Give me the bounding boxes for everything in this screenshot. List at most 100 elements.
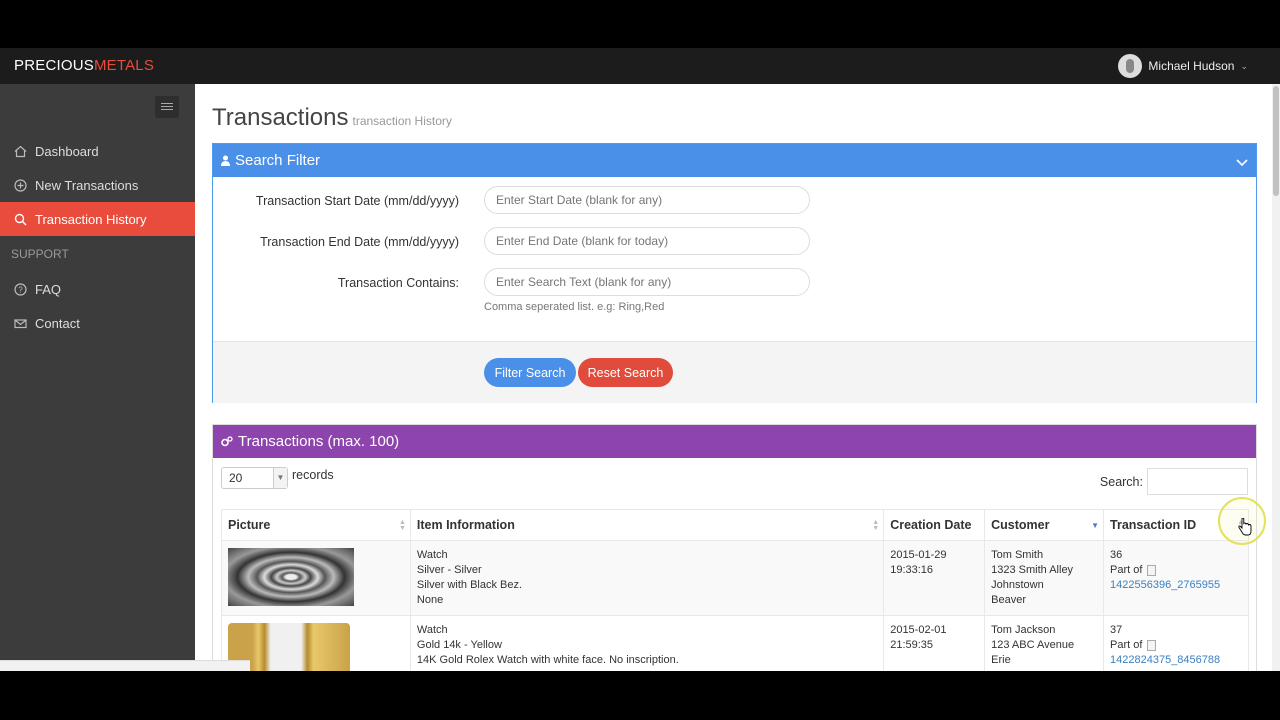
page-length-control: 20 ▼ records xyxy=(221,467,334,489)
sort-desc-icon: ▼ xyxy=(1091,521,1100,530)
customer-line: Erie xyxy=(991,654,1011,666)
customer-line: Tom Jackson xyxy=(991,624,1056,636)
column-label: Picture xyxy=(228,518,271,532)
column-label: Customer xyxy=(991,518,1050,532)
end-date-input[interactable] xyxy=(484,227,810,255)
user-name: Michael Hudson xyxy=(1148,59,1235,73)
customer-line: Beaver xyxy=(991,594,1026,606)
item-line: Watch xyxy=(416,624,448,636)
sidebar-item-label: New Transactions xyxy=(35,177,139,193)
transactions-title: Transactions (max. 100) xyxy=(238,433,400,450)
item-line: Gold 14k - Yellow xyxy=(416,639,502,651)
search-icon xyxy=(13,212,27,226)
table-search-input[interactable] xyxy=(1147,468,1248,495)
customer-line: 123 ABC Avenue xyxy=(991,639,1075,651)
sidebar-nav: Dashboard New Transactions Transaction H… xyxy=(0,134,195,340)
vertical-scrollbar[interactable] xyxy=(1272,84,1280,671)
item-line: Watch xyxy=(416,549,448,561)
page-length-select[interactable]: 20 ▼ xyxy=(221,467,288,489)
contains-help-text: Comma seperated list. e.g: Ring,Red xyxy=(484,301,665,313)
date-cell: 2015-02-01 21:59:35 xyxy=(883,615,986,671)
group-link[interactable]: 1422824375_8456788 xyxy=(1110,653,1242,668)
customer-cell: Tom Smith 1323 Smith Alley Johnstown Bea… xyxy=(984,540,1105,616)
contains-input[interactable] xyxy=(484,268,810,296)
page-subtitle: transaction History xyxy=(352,114,452,128)
column-label: Transaction ID xyxy=(1110,518,1197,532)
reset-search-button[interactable]: Reset Search xyxy=(578,358,673,387)
column-header-picture[interactable]: Picture ▲ ▼ xyxy=(221,509,411,541)
filter-actions: Filter Search Reset Search xyxy=(213,341,1256,403)
transaction-id: 37 xyxy=(1110,624,1123,636)
records-label: records xyxy=(292,468,334,482)
sidebar-item-contact[interactable]: Contact xyxy=(0,306,195,340)
item-line: None xyxy=(416,594,444,606)
menu-toggle-icon[interactable] xyxy=(155,96,179,118)
filter-search-button[interactable]: Filter Search xyxy=(484,358,576,387)
start-date-input[interactable] xyxy=(484,186,810,214)
table-search: Search: xyxy=(1100,468,1248,495)
sidebar-item-label: Transaction History xyxy=(35,211,147,227)
sidebar: Dashboard New Transactions Transaction H… xyxy=(0,84,195,671)
part-of-label: Part of xyxy=(1110,564,1143,576)
transaction-id-cell: 37 Part of 1422824375_8456788 xyxy=(1103,615,1249,671)
sort-icon: ▲▼ xyxy=(872,519,880,532)
sidebar-item-dashboard[interactable]: Dashboard xyxy=(0,134,195,168)
avatar xyxy=(1118,54,1143,78)
customer-line: Johnstown xyxy=(991,579,1044,591)
date-line: 2015-01-29 xyxy=(890,549,947,561)
item-photo[interactable] xyxy=(228,548,354,606)
sidebar-item-label: Dashboard xyxy=(35,143,99,159)
sort-icon: ▲▼ xyxy=(398,519,406,532)
sidebar-item-transaction-history[interactable]: Transaction History xyxy=(0,202,195,236)
time-line: 19:33:16 xyxy=(890,564,934,576)
search-filter-header[interactable]: Search Filter xyxy=(213,144,1256,177)
user-menu[interactable]: Michael Hudson ⌄ xyxy=(1118,53,1248,79)
home-icon xyxy=(13,144,27,158)
question-circle-icon: ? xyxy=(13,282,27,296)
sidebar-item-faq[interactable]: ? FAQ xyxy=(0,272,195,306)
transaction-id: 36 xyxy=(1110,549,1123,561)
contains-label: Transaction Contains: xyxy=(337,276,459,290)
item-info-cell: Watch Gold 14k - Yellow 14K Gold Rolex W… xyxy=(409,615,885,671)
sidebar-item-new-transactions[interactable]: New Transactions xyxy=(0,168,195,202)
search-filter-panel: Search Filter Transaction Start Date (mm… xyxy=(212,143,1257,403)
transactions-table: Picture ▲ ▼ Item Information ▲ ▼ Creation Da… xyxy=(221,509,1249,671)
column-label: Creation Date xyxy=(890,518,972,532)
column-header-creation-date[interactable]: Creation Date xyxy=(883,509,986,541)
envelope-icon xyxy=(13,316,27,330)
column-header-item-information[interactable]: Item Information ▲ ▼ xyxy=(409,509,885,541)
table-row[interactable]: Watch Gold 14k - Yellow 14K Gold Rolex W… xyxy=(221,615,1249,671)
user-icon xyxy=(221,155,230,166)
customer-line: 1323 Smith Alley xyxy=(991,564,1074,576)
time-line: 21:59:35 xyxy=(890,639,934,651)
item-info-cell: Watch Silver - Silver Silver with Black … xyxy=(409,540,885,616)
support-heading: SUPPORT xyxy=(11,247,69,261)
document-icon xyxy=(1147,564,1157,576)
top-bar: PRECIOUSMETALS Michael Hudson ⌄ xyxy=(0,48,1280,84)
brand-part2: METALS xyxy=(93,57,155,74)
horizontal-scrollbar[interactable] xyxy=(0,660,250,671)
brand-logo[interactable]: PRECIOUSMETALS xyxy=(14,57,154,74)
page-length-value: 20 xyxy=(229,471,243,485)
plus-circle-icon xyxy=(13,178,27,192)
item-line: Silver - Silver xyxy=(416,564,482,576)
sidebar-item-label: Contact xyxy=(35,315,80,331)
chevron-down-icon[interactable] xyxy=(1236,154,1248,171)
item-line: Silver with Black Bez. xyxy=(416,579,523,591)
start-date-label: Transaction Start Date (mm/dd/yyyy) xyxy=(255,194,459,208)
date-cell: 2015-01-29 19:33:16 xyxy=(883,540,986,616)
hand-cursor-icon xyxy=(1238,517,1252,541)
scrollbar-thumb[interactable] xyxy=(1273,86,1279,196)
table-row[interactable]: Watch Silver - Silver Silver with Black … xyxy=(221,540,1249,616)
transactions-header: Transactions (max. 100) xyxy=(213,425,1256,458)
app-window: PRECIOUSMETALS Michael Hudson ⌄ Dashboar… xyxy=(0,48,1280,671)
chevron-down-icon: ⌄ xyxy=(1240,60,1248,71)
chevron-down-icon: ▼ xyxy=(273,468,287,488)
item-line: 14K Gold Rolex Watch with white face. No… xyxy=(416,654,679,666)
column-header-customer[interactable]: Customer ▼ xyxy=(984,509,1105,541)
document-icon xyxy=(1147,639,1157,651)
table-search-label: Search: xyxy=(1099,474,1143,489)
search-filter-title: Search Filter xyxy=(235,152,321,169)
group-link[interactable]: 1422556396_2765955 xyxy=(1110,578,1242,593)
sidebar-item-label: FAQ xyxy=(35,281,62,297)
